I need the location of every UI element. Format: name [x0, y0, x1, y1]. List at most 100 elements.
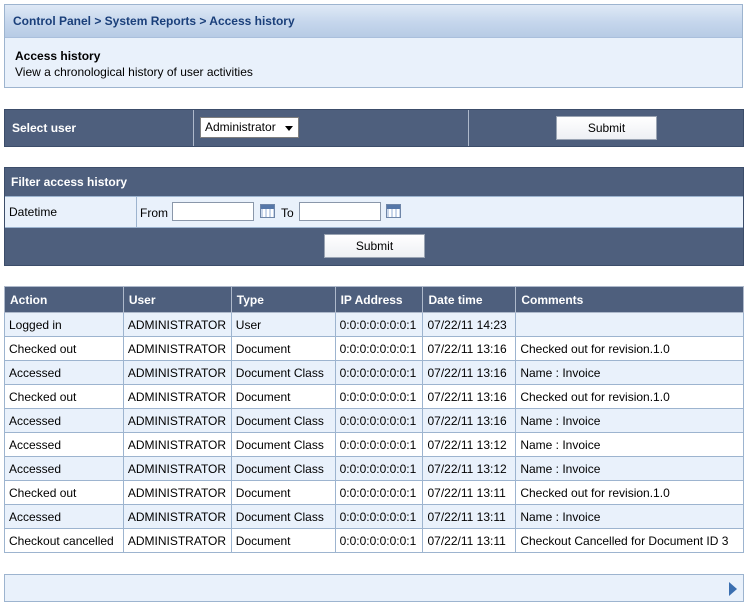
table-row: Checked out ADMINISTRATOR Document 0:0:0:0:…: [4, 480, 744, 505]
user-dropdown[interactable]: Administrator: [200, 117, 299, 138]
cell-action: Accessed: [4, 504, 124, 529]
cell-type: Document: [230, 480, 336, 505]
next-page-icon[interactable]: [729, 582, 737, 596]
cell-action: Accessed: [4, 408, 124, 433]
cell-comments: Name : Invoice: [515, 360, 744, 385]
cell-user: ADMINISTRATOR: [122, 384, 232, 409]
table-row: Accessed ADMINISTRATOR Document Class 0:0:0…: [4, 432, 744, 457]
cell-type: Document Class: [230, 456, 336, 481]
cell-ip-address: 0:0:0:0:0:0:0:1: [334, 456, 424, 481]
cell-date-time: 07/22/11 13:16: [422, 384, 517, 409]
cell-ip-address: 0:0:0:0:0:0:0:1: [334, 336, 424, 361]
table-row: Accessed ADMINISTRATOR Document Class 0:0:0…: [4, 504, 744, 529]
to-date-input[interactable]: [299, 202, 381, 221]
cell-type: Document: [230, 384, 336, 409]
cell-action: Checked out: [4, 480, 124, 505]
breadcrumb: Control Panel > System Reports > Access …: [5, 5, 742, 38]
column-header-ip-address[interactable]: IP Address: [334, 286, 424, 313]
cell-action: Checked out: [4, 336, 124, 361]
cell-type: Document: [230, 528, 336, 553]
datetime-label: Datetime: [9, 205, 58, 219]
chevron-down-icon: [285, 126, 293, 131]
from-label: From: [140, 206, 168, 220]
filter-submit-button[interactable]: Submit: [324, 234, 425, 258]
column-header-user[interactable]: User: [122, 286, 232, 313]
cell-date-time: 07/22/11 13:16: [422, 408, 517, 433]
from-date-input[interactable]: [172, 202, 254, 221]
cell-type: Document Class: [230, 408, 336, 433]
table-row: Checkout cancelled ADMINISTRATOR Document 0…: [4, 528, 744, 553]
cell-type: Document Class: [230, 504, 336, 529]
cell-date-time: 07/22/11 13:11: [422, 528, 517, 553]
page-header: Control Panel > System Reports > Access …: [4, 4, 743, 88]
calendar-icon[interactable]: [386, 204, 401, 218]
cell-action: Checkout cancelled: [4, 528, 124, 553]
select-user-submit-button[interactable]: Submit: [556, 116, 657, 140]
page-description: View a chronological history of user act…: [15, 65, 253, 79]
cell-date-time: 07/22/11 14:23: [422, 312, 517, 337]
column-header-date-time[interactable]: Date time: [422, 286, 517, 313]
cell-ip-address: 0:0:0:0:0:0:0:1: [334, 504, 424, 529]
cell-ip-address: 0:0:0:0:0:0:0:1: [334, 408, 424, 433]
cell-comments: Checkout Cancelled for Document ID 3: [515, 528, 744, 553]
cell-date-time: 07/22/11 13:12: [422, 456, 517, 481]
cell-action: Logged in: [4, 312, 124, 337]
table-row: Checked out ADMINISTRATOR Document 0:0:0:0:…: [4, 336, 744, 361]
divider: [468, 110, 469, 146]
filter-title: Filter access history: [11, 175, 128, 189]
cell-ip-address: 0:0:0:0:0:0:0:1: [334, 360, 424, 385]
cell-comments: Checked out for revision.1.0: [515, 384, 744, 409]
cell-ip-address: 0:0:0:0:0:0:0:1: [334, 528, 424, 553]
select-user-panel: Select user Administrator Submit: [4, 109, 744, 147]
cell-comments: Checked out for revision.1.0: [515, 336, 744, 361]
cell-comments: Name : Invoice: [515, 408, 744, 433]
cell-action: Checked out: [4, 384, 124, 409]
cell-type: User: [230, 312, 336, 337]
cell-date-time: 07/22/11 13:12: [422, 432, 517, 457]
cell-type: Document Class: [230, 360, 336, 385]
page-title: Access history: [15, 49, 101, 63]
column-header-action[interactable]: Action: [4, 286, 124, 313]
calendar-icon[interactable]: [260, 204, 275, 218]
cell-user: ADMINISTRATOR: [122, 456, 232, 481]
user-dropdown-value: Administrator: [205, 120, 276, 134]
cell-user: ADMINISTRATOR: [122, 528, 232, 553]
pagination-bar: [4, 574, 744, 602]
access-history-table: Action User Type IP Address Date time Co…: [4, 286, 744, 553]
cell-comments: Name : Invoice: [515, 432, 744, 457]
cell-user: ADMINISTRATOR: [122, 432, 232, 457]
cell-comments: [515, 312, 744, 337]
divider: [136, 197, 137, 227]
divider: [193, 110, 194, 146]
cell-comments: Checked out for revision.1.0: [515, 480, 744, 505]
cell-ip-address: 0:0:0:0:0:0:0:1: [334, 480, 424, 505]
cell-comments: Name : Invoice: [515, 456, 744, 481]
cell-user: ADMINISTRATOR: [122, 480, 232, 505]
cell-user: ADMINISTRATOR: [122, 312, 232, 337]
datetime-row: Datetime From To: [5, 196, 743, 228]
cell-action: Accessed: [4, 360, 124, 385]
table-row: Accessed ADMINISTRATOR Document Class 0:0:0…: [4, 408, 744, 433]
cell-comments: Name : Invoice: [515, 504, 744, 529]
column-header-type[interactable]: Type: [230, 286, 336, 313]
cell-user: ADMINISTRATOR: [122, 408, 232, 433]
cell-ip-address: 0:0:0:0:0:0:0:1: [334, 432, 424, 457]
cell-date-time: 07/22/11 13:11: [422, 480, 517, 505]
cell-date-time: 07/22/11 13:11: [422, 504, 517, 529]
cell-ip-address: 0:0:0:0:0:0:0:1: [334, 312, 424, 337]
table-row: Accessed ADMINISTRATOR Document Class 0:0:0…: [4, 360, 744, 385]
cell-type: Document Class: [230, 432, 336, 457]
table-header-row: Action User Type IP Address Date time Co…: [4, 286, 744, 313]
cell-user: ADMINISTRATOR: [122, 504, 232, 529]
cell-user: ADMINISTRATOR: [122, 336, 232, 361]
cell-ip-address: 0:0:0:0:0:0:0:1: [334, 384, 424, 409]
table-row: Checked out ADMINISTRATOR Document 0:0:0:0:…: [4, 384, 744, 409]
select-user-label: Select user: [12, 121, 77, 135]
cell-date-time: 07/22/11 13:16: [422, 336, 517, 361]
cell-date-time: 07/22/11 13:16: [422, 360, 517, 385]
cell-user: ADMINISTRATOR: [122, 360, 232, 385]
filter-panel: Filter access history Datetime From To S…: [4, 167, 744, 266]
cell-type: Document: [230, 336, 336, 361]
column-header-comments[interactable]: Comments: [515, 286, 744, 313]
table-row: Accessed ADMINISTRATOR Document Class 0:0:0…: [4, 456, 744, 481]
